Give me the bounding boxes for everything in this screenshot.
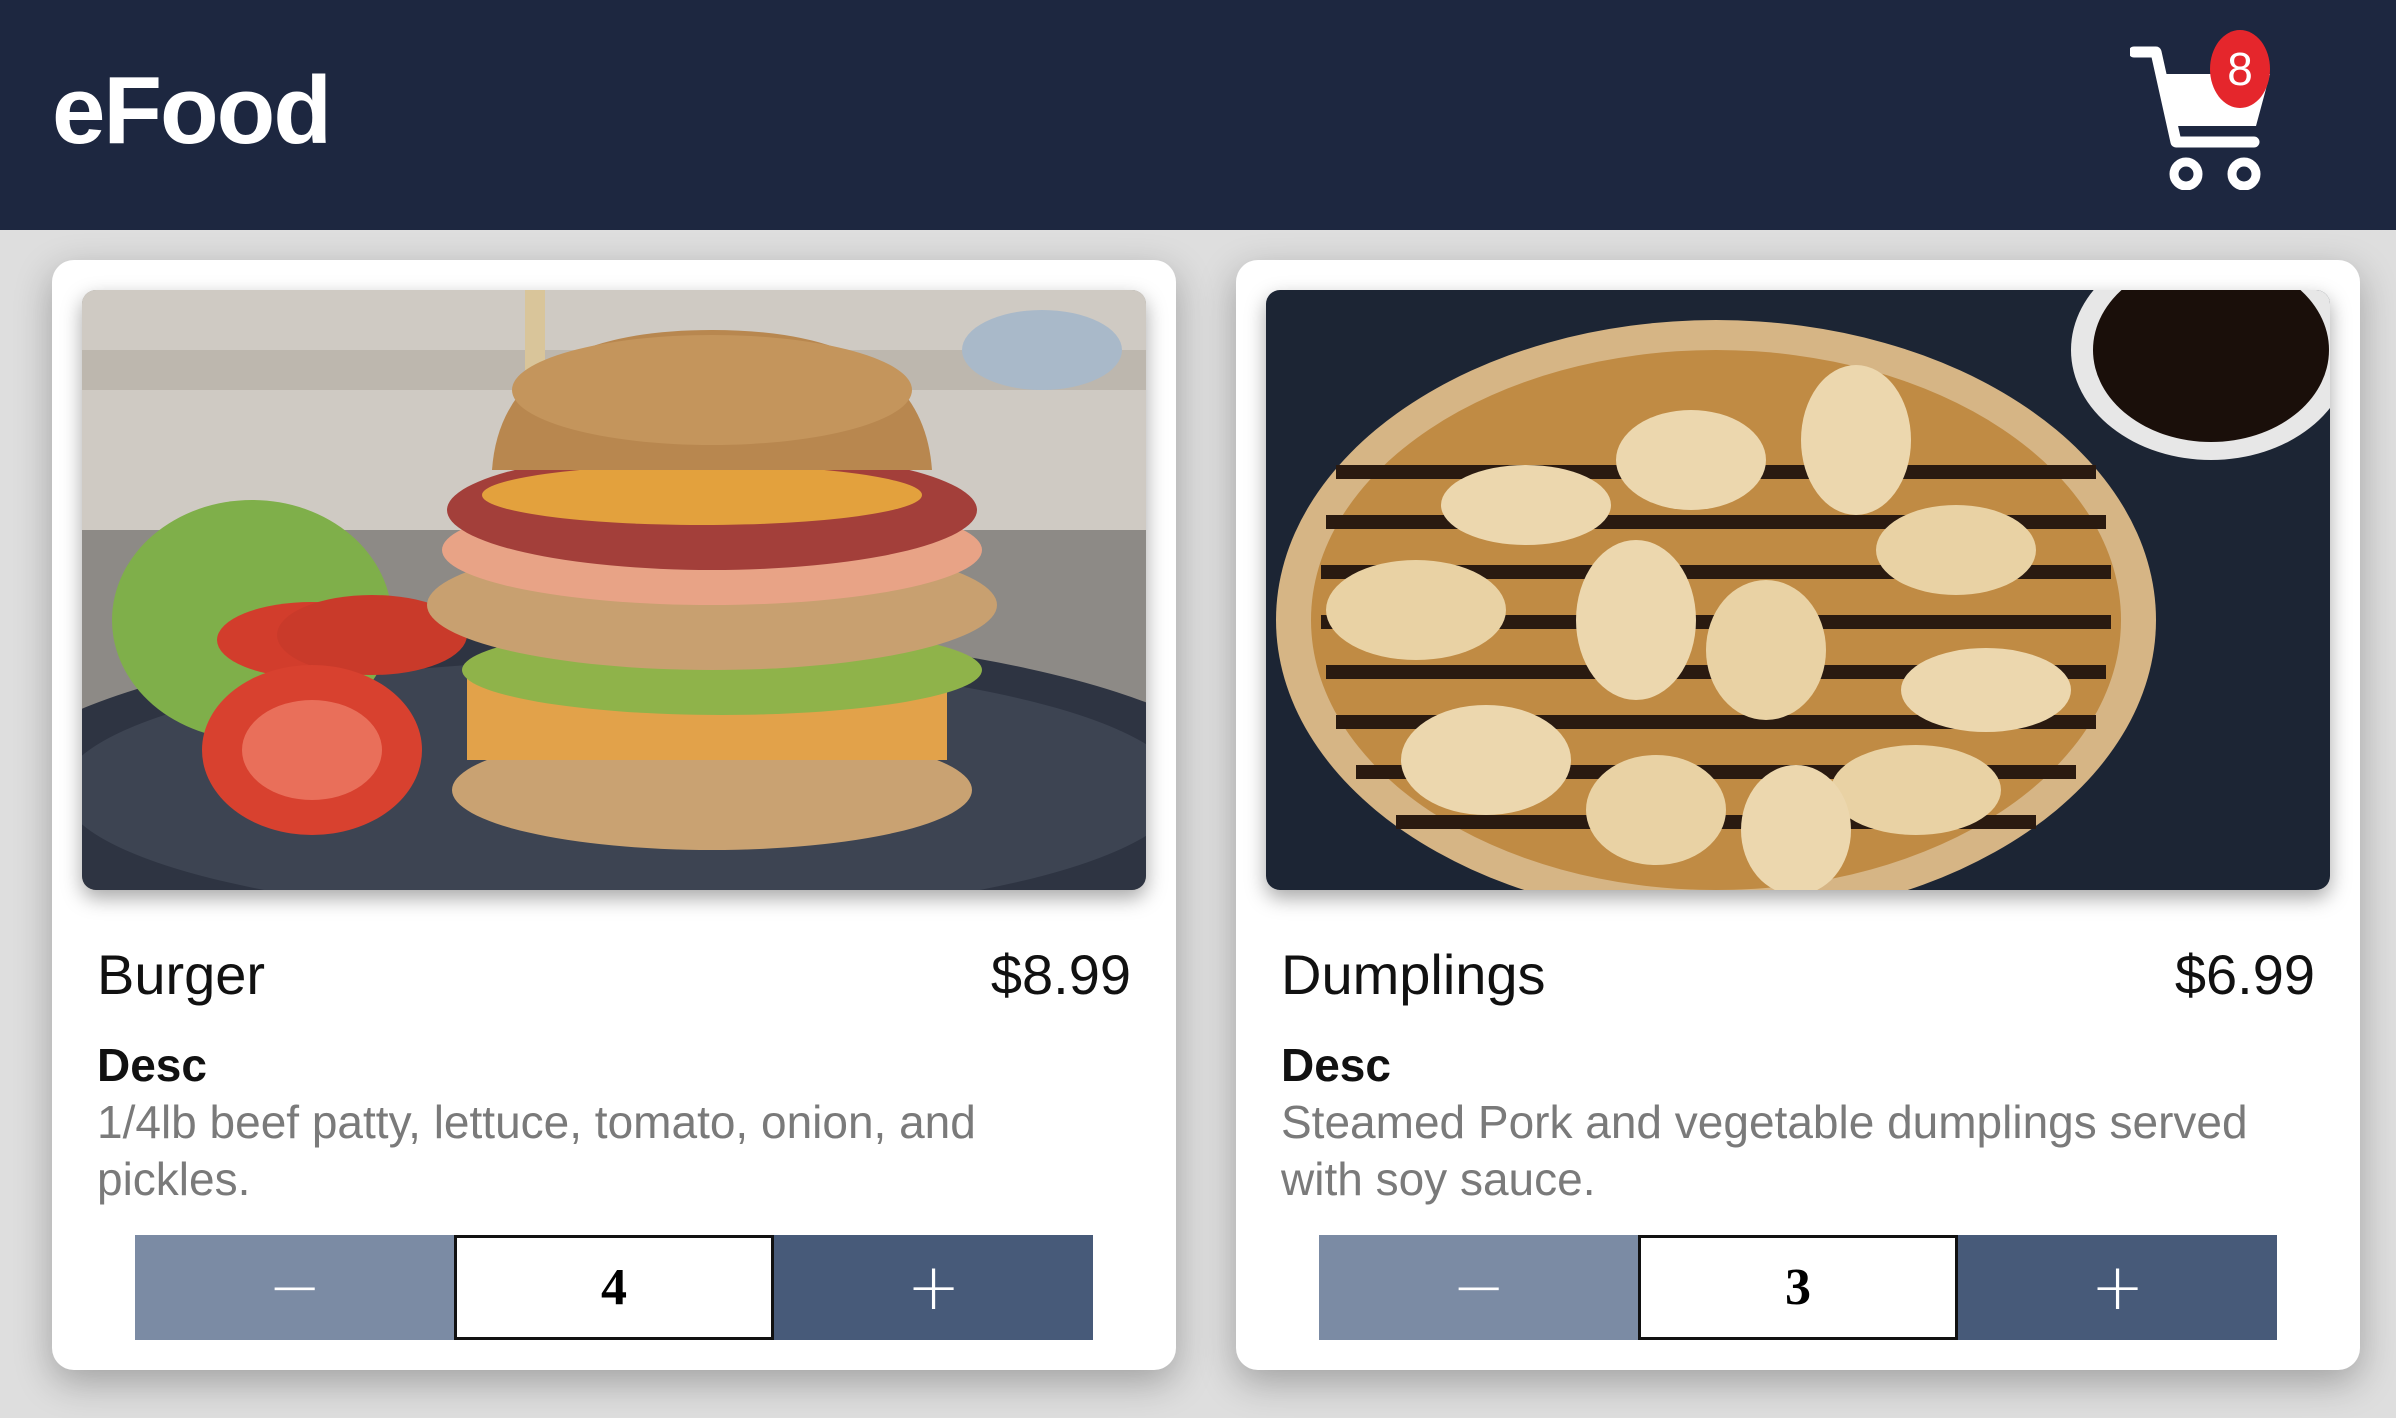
- product-price: $8.99: [990, 943, 1131, 1006]
- cart-count-badge: 8: [2210, 30, 2270, 108]
- product-price: $6.99: [2174, 943, 2315, 1006]
- product-card-dumplings: Dumplings $6.99 Desc Steamed Pork and ve…: [1236, 260, 2360, 1370]
- decrease-quantity-button[interactable]: −: [1319, 1235, 1638, 1340]
- dumplings-photo: [1266, 290, 2330, 890]
- product-card-burger: Burger $8.99 Desc 1/4lb beef patty, lett…: [52, 260, 1176, 1370]
- burger-photo: [82, 290, 1146, 890]
- cart-button[interactable]: 8: [2130, 30, 2280, 190]
- decrease-quantity-button[interactable]: −: [135, 1235, 454, 1340]
- product-name: Dumplings: [1281, 943, 1546, 1006]
- top-navbar: eFood 8: [0, 0, 2396, 230]
- quantity-stepper: − 3 +: [1319, 1235, 2277, 1340]
- description-label: Desc: [97, 1039, 207, 1091]
- quantity-value: 4: [454, 1235, 774, 1340]
- quantity-stepper: − 4 +: [135, 1235, 1093, 1340]
- increase-quantity-button[interactable]: +: [774, 1235, 1093, 1340]
- product-name: Burger: [97, 943, 266, 1006]
- product-description: Steamed Pork and vegetable dumplings ser…: [1281, 1096, 2248, 1205]
- description-label: Desc: [1281, 1039, 1391, 1091]
- increase-quantity-button[interactable]: +: [1958, 1235, 2277, 1340]
- product-description: 1/4lb beef patty, lettuce, tomato, onion…: [97, 1096, 976, 1205]
- quantity-value: 3: [1638, 1235, 1958, 1340]
- brand-logo[interactable]: eFood: [52, 56, 332, 166]
